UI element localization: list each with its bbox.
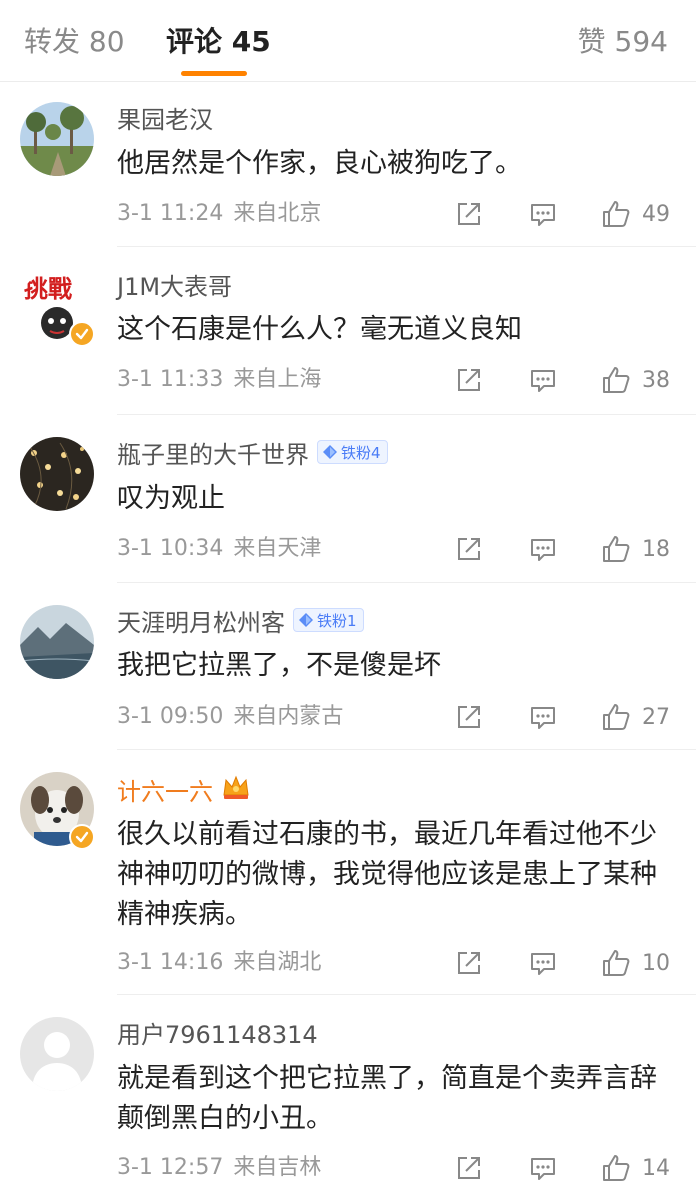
share-icon [458, 369, 480, 391]
comment-text: 我把它拉黑了，不是傻是坏 [117, 650, 441, 681]
comment-location: 来自吉林 [233, 1155, 322, 1180]
thumbs-up-icon [603, 704, 630, 730]
tab-comments[interactable]: 评论 45 [166, 24, 271, 60]
like-button[interactable]: 38 [600, 364, 670, 396]
comment-time: 3-1 11:24 [117, 201, 224, 226]
comment-text: 很久以前看过石康的书，最近几年看过他不少神神叨叨的微博，我觉得他应该是患上了某种… [117, 819, 657, 930]
like-count: 49 [642, 201, 670, 227]
comment-item: 挑戰 J1M大表哥 这个石康是什么人？毫无道义良知 3-1 11:33 来自上海 … [0, 247, 696, 415]
comment-time: 3-1 10:34 [117, 536, 224, 561]
comment-meta: 3-1 11:33 来自上海 [117, 365, 321, 395]
like-button[interactable]: 18 [600, 533, 670, 565]
comment-text: 这个石康是什么人？毫无道义良知 [117, 314, 522, 345]
comment-icon [531, 539, 555, 561]
diamond-icon [323, 445, 337, 459]
fan-badge-label: 铁粉1 [317, 611, 357, 630]
comment-icon [531, 204, 555, 226]
svg-text:挑戰: 挑戰 [24, 275, 72, 303]
comment-icon [531, 1158, 555, 1180]
share-button[interactable] [454, 198, 484, 230]
comment-time: 3-1 11:33 [117, 367, 224, 392]
crown-icon [221, 773, 251, 805]
avatar[interactable] [20, 605, 94, 679]
share-button[interactable] [454, 364, 484, 396]
comment-text: 他居然是个作家，良心被狗吃了。 [117, 148, 522, 179]
comment-text: 就是看到这个把它拉黑了，简直是个卖弄言辞颠倒黑白的小丑。 [117, 1063, 657, 1134]
like-button[interactable]: 27 [600, 701, 670, 733]
share-icon [458, 203, 480, 225]
avatar[interactable] [20, 437, 94, 511]
share-button[interactable] [454, 533, 484, 565]
avatar[interactable] [20, 102, 94, 176]
reply-button[interactable] [528, 533, 558, 565]
comment-item: 天涯明月松州客 铁粉1 我把它拉黑了，不是傻是坏 3-1 09:50 来自内蒙古 … [0, 583, 696, 750]
thumbs-up-icon [603, 201, 630, 227]
share-button[interactable] [454, 701, 484, 733]
fan-badge-label: 铁粉4 [341, 443, 381, 462]
avatar[interactable] [20, 1017, 94, 1091]
share-icon [458, 1157, 480, 1179]
comment-location: 来自天津 [233, 536, 322, 561]
like-count: 10 [642, 950, 670, 976]
reply-button[interactable] [528, 364, 558, 396]
share-button[interactable] [454, 1152, 484, 1184]
username[interactable]: 果园老汉 [117, 100, 213, 135]
username[interactable]: 用户7961148314 [117, 1015, 318, 1050]
comment-item: 果园老汉 他居然是个作家，良心被狗吃了。 3-1 11:24 来自北京 49 [0, 82, 696, 247]
comment-location: 来自上海 [233, 367, 322, 392]
active-tab-indicator [181, 71, 247, 76]
thumbs-up-icon [603, 536, 630, 562]
comment-icon [531, 953, 555, 975]
diamond-icon [299, 613, 313, 627]
verified-badge-icon [69, 321, 95, 347]
fan-badge: 铁粉4 [317, 440, 388, 464]
share-icon [458, 538, 480, 560]
comment-meta: 3-1 11:24 来自北京 [117, 199, 321, 229]
reply-button[interactable] [528, 1152, 558, 1184]
reply-button[interactable] [528, 198, 558, 230]
comment-meta: 3-1 09:50 来自内蒙古 [117, 702, 343, 732]
comment-item: 计六一六 很久以前看过石康的书，最近几年看过他不少神神叨叨的微博，我觉得他应该是… [0, 750, 696, 995]
like-count: 38 [642, 367, 670, 393]
comment-icon [531, 370, 555, 392]
username[interactable]: 计六一六 [117, 772, 213, 807]
fan-badge: 铁粉1 [293, 608, 364, 632]
like-button[interactable]: 14 [600, 1152, 670, 1184]
username[interactable]: 天涯明月松州客 [117, 603, 285, 638]
reply-button[interactable] [528, 701, 558, 733]
comment-meta: 3-1 12:57 来自吉林 [117, 1153, 321, 1183]
like-count: 18 [642, 536, 670, 562]
like-button[interactable]: 10 [600, 947, 670, 979]
thumbs-up-icon [603, 367, 630, 393]
tab-reposts[interactable]: 转发 80 [24, 24, 125, 60]
comment-text: 叹为观止 [117, 483, 225, 514]
comment-location: 来自湖北 [233, 950, 322, 975]
like-button[interactable]: 49 [600, 198, 670, 230]
comment-icon [531, 707, 555, 729]
username[interactable]: 瓶子里的大千世界 [117, 435, 309, 470]
comment-item: 瓶子里的大千世界 铁粉4 叹为观止 3-1 10:34 来自天津 18 [0, 415, 696, 583]
comment-meta: 3-1 10:34 来自天津 [117, 534, 321, 564]
comment-location: 来自内蒙古 [233, 704, 344, 729]
reply-button[interactable] [528, 947, 558, 979]
comment-time: 3-1 12:57 [117, 1155, 224, 1180]
comment-tabs-bar: 转发 80 评论 45 赞 594 [0, 0, 696, 82]
like-count: 27 [642, 704, 670, 730]
username[interactable]: J1M大表哥 [117, 267, 232, 302]
share-icon [458, 952, 480, 974]
tab-likes[interactable]: 赞 594 [578, 24, 668, 60]
comment-time: 3-1 14:16 [117, 950, 224, 975]
verified-badge-icon [69, 824, 95, 850]
like-count: 14 [642, 1155, 670, 1181]
thumbs-up-icon [603, 1155, 630, 1181]
thumbs-up-icon [603, 950, 630, 976]
comment-item: 用户7961148314 就是看到这个把它拉黑了，简直是个卖弄言辞颠倒黑白的小丑… [0, 995, 696, 1200]
comment-time: 3-1 09:50 [117, 704, 224, 729]
comment-meta: 3-1 14:16 来自湖北 [117, 948, 321, 978]
share-button[interactable] [454, 947, 484, 979]
share-icon [458, 706, 480, 728]
comment-location: 来自北京 [233, 201, 322, 226]
